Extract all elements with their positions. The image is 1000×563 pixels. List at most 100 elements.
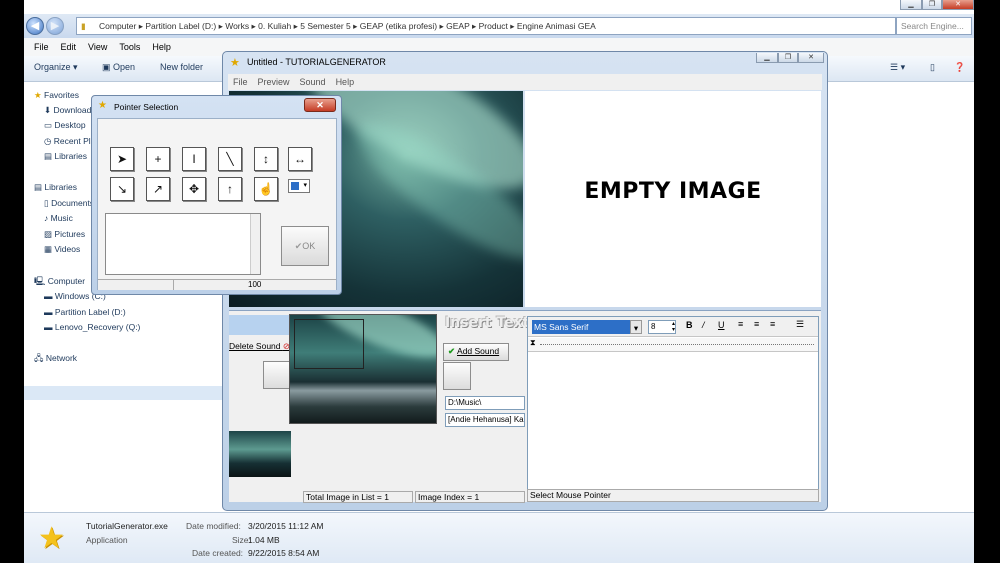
move-pointer-icon[interactable]: ✥ <box>182 177 206 201</box>
diagonal-resize-alt-icon[interactable]: ↗ <box>146 177 170 201</box>
bold-button[interactable]: B <box>686 320 693 330</box>
new-folder-button[interactable]: New folder <box>160 62 203 72</box>
italic-button[interactable]: / <box>702 320 705 330</box>
crumb[interactable]: Works <box>225 21 249 31</box>
ibeam-pointer-icon[interactable]: I <box>182 147 206 171</box>
drive-icon: ▬ <box>44 307 53 317</box>
tg-menubar: File Preview Sound Help <box>228 74 822 90</box>
nav-favorites-label: Favorites <box>44 90 79 100</box>
menu-file[interactable]: File <box>34 42 49 52</box>
underline-button[interactable]: U <box>718 320 725 330</box>
nav-downloads[interactable]: ⬇ Downloads <box>44 105 96 116</box>
chevron-down-icon[interactable]: ▾ <box>630 320 642 334</box>
text-editor: MS Sans Serif ▾ 8 ▴ ▾ B / U ≡ ≡ ≡ ☰ ⧗ <box>527 316 819 502</box>
crumb[interactable]: Engine Animasi GEA <box>517 21 596 31</box>
crumb[interactable]: 5 Semester 5 <box>300 21 351 31</box>
crumb[interactable]: Partition Label (D:) <box>145 21 216 31</box>
tg-menu-file[interactable]: File <box>233 77 248 87</box>
open-button[interactable]: ▣ Open <box>102 62 135 73</box>
insert-text-label[interactable]: Insert Text <box>445 315 529 331</box>
tg-maximize-button[interactable]: ❐ <box>778 53 798 63</box>
crumb[interactable]: Product <box>479 21 508 31</box>
empty-image-panel: EMPTY IMAGE <box>525 91 821 307</box>
search-input[interactable]: Search Engine... <box>896 17 972 35</box>
horizontal-resize-icon[interactable]: ↔ <box>288 147 312 171</box>
nav-documents[interactable]: ▯ Documents <box>44 198 94 209</box>
align-center-icon[interactable]: ≡ <box>754 319 759 329</box>
spin-icon[interactable]: ▴ ▾ <box>672 321 675 333</box>
diagonal-resize-icon[interactable]: ↘ <box>110 177 134 201</box>
nav-network[interactable]: 🖧 Network <box>34 353 77 367</box>
menu-edit[interactable]: Edit <box>61 42 77 52</box>
nav-libraries[interactable]: ▤ Libraries <box>34 182 77 193</box>
pointer-dropdown[interactable]: ▾ <box>288 179 310 193</box>
font-size-stepper[interactable]: 8 ▴ ▾ <box>648 320 676 334</box>
menu-tools[interactable]: Tools <box>119 42 140 52</box>
tg-menu-preview[interactable]: Preview <box>258 77 290 87</box>
ok-button[interactable]: ✔OK <box>281 226 329 266</box>
font-select[interactable]: MS Sans Serif ▾ <box>532 320 642 334</box>
font-value: MS Sans Serif <box>534 322 589 332</box>
help-icon[interactable]: ❓ <box>954 62 965 73</box>
organize-button[interactable]: Organize ▾ <box>34 62 78 73</box>
crumb[interactable]: GEAP (etika profesi) <box>360 21 437 31</box>
view-options-icon[interactable]: ☰ ▾ <box>890 62 905 73</box>
tg-minimize-button[interactable]: ▁ <box>756 53 778 63</box>
arrow-pointer-icon[interactable]: ➤ <box>110 147 134 171</box>
tg-close-button[interactable]: ✕ <box>798 53 824 63</box>
crumb[interactable]: GEAP <box>446 21 469 31</box>
sound-action-button[interactable] <box>443 362 471 390</box>
crumb[interactable]: 0. Kuliah <box>258 21 291 31</box>
pen-pointer-icon[interactable]: ╲ <box>218 147 242 171</box>
vertical-resize-icon[interactable]: ↕ <box>254 147 278 171</box>
sound-file-field[interactable]: [Andie Hehanusa] Ka <box>445 413 525 427</box>
tg-menu-sound[interactable]: Sound <box>300 77 326 87</box>
nav-pictures[interactable]: ▨ Pictures <box>44 229 85 240</box>
crumb[interactable]: Computer <box>99 21 136 31</box>
dialog-close-button[interactable]: ✕ <box>304 98 336 112</box>
back-icon[interactable]: ◀ <box>26 17 44 35</box>
crop-rectangle[interactable] <box>294 319 364 369</box>
ruler[interactable]: ⧗ <box>528 338 818 352</box>
menu-help[interactable]: Help <box>152 42 171 52</box>
menu-view[interactable]: View <box>88 42 107 52</box>
pointer-list[interactable] <box>105 213 261 275</box>
nav-music[interactable]: ♪ Music <box>44 213 73 223</box>
nav-libraries-fav-label: Libraries <box>54 151 88 161</box>
nav-videos[interactable]: ▦ Videos <box>44 244 80 255</box>
tg-menu-help[interactable]: Help <box>336 77 355 87</box>
nav-libraries-fav[interactable]: ▤ Libraries <box>44 151 87 162</box>
list-scrollbar[interactable] <box>250 214 260 274</box>
nav-partition-drive[interactable]: ▬ Partition Label (D:) <box>44 307 126 317</box>
nav-favorites[interactable]: ★ Favorites <box>34 90 79 101</box>
nav-videos-label: Videos <box>54 244 81 254</box>
explorer-minimize-button[interactable]: ▁ <box>900 0 922 10</box>
nav-computer[interactable]: 🖳 Computer <box>34 276 85 290</box>
image-list-thumbnail[interactable] <box>229 431 291 477</box>
dialog-title: Pointer Selection <box>114 102 179 112</box>
ok-label: OK <box>302 241 316 251</box>
drive-icon: ▬ <box>44 322 53 332</box>
selected-swatch <box>291 182 299 190</box>
add-sound-button[interactable]: ✔ Add Sound <box>443 343 509 361</box>
search-placeholder: Search Engine... <box>901 21 964 31</box>
up-arrow-pointer-icon[interactable]: ↑ <box>218 177 242 201</box>
nav-desktop[interactable]: ▭ Desktop <box>44 120 86 131</box>
align-left-icon[interactable]: ≡ <box>738 319 743 329</box>
forward-icon[interactable]: ▶ <box>46 17 64 35</box>
bullet-list-icon[interactable]: ☰ <box>796 319 804 330</box>
hand-pointer-icon[interactable]: ☝ <box>254 177 278 201</box>
explorer-maximize-button[interactable]: ❐ <box>922 0 942 10</box>
indent-marker-icon[interactable]: ⧗ <box>530 338 536 348</box>
selected-image-thumbnail[interactable] <box>289 314 437 424</box>
address-field[interactable]: ▮ Computer ▸ Partition Label (D:) ▸ Work… <box>76 17 896 35</box>
nav-lenovo-drive[interactable]: ▬ Lenovo_Recovery (Q:) <box>44 322 140 332</box>
image-index-status: Image Index = 1 <box>415 491 525 503</box>
preview-pane-icon[interactable]: ▯ <box>930 62 935 73</box>
crosshair-pointer-icon[interactable]: + <box>146 147 170 171</box>
music-path-field[interactable]: D:\Music\ <box>445 396 525 410</box>
delete-sound-button[interactable]: Delete Sound ⊘ <box>229 341 290 352</box>
pointer-selection-dialog: ★ Pointer Selection ✕ ➤ + I ╲ ↕ ↔ ↘ ↗ ✥ … <box>91 95 342 295</box>
explorer-close-button[interactable]: ✕ <box>942 0 974 10</box>
align-right-icon[interactable]: ≡ <box>770 319 775 329</box>
